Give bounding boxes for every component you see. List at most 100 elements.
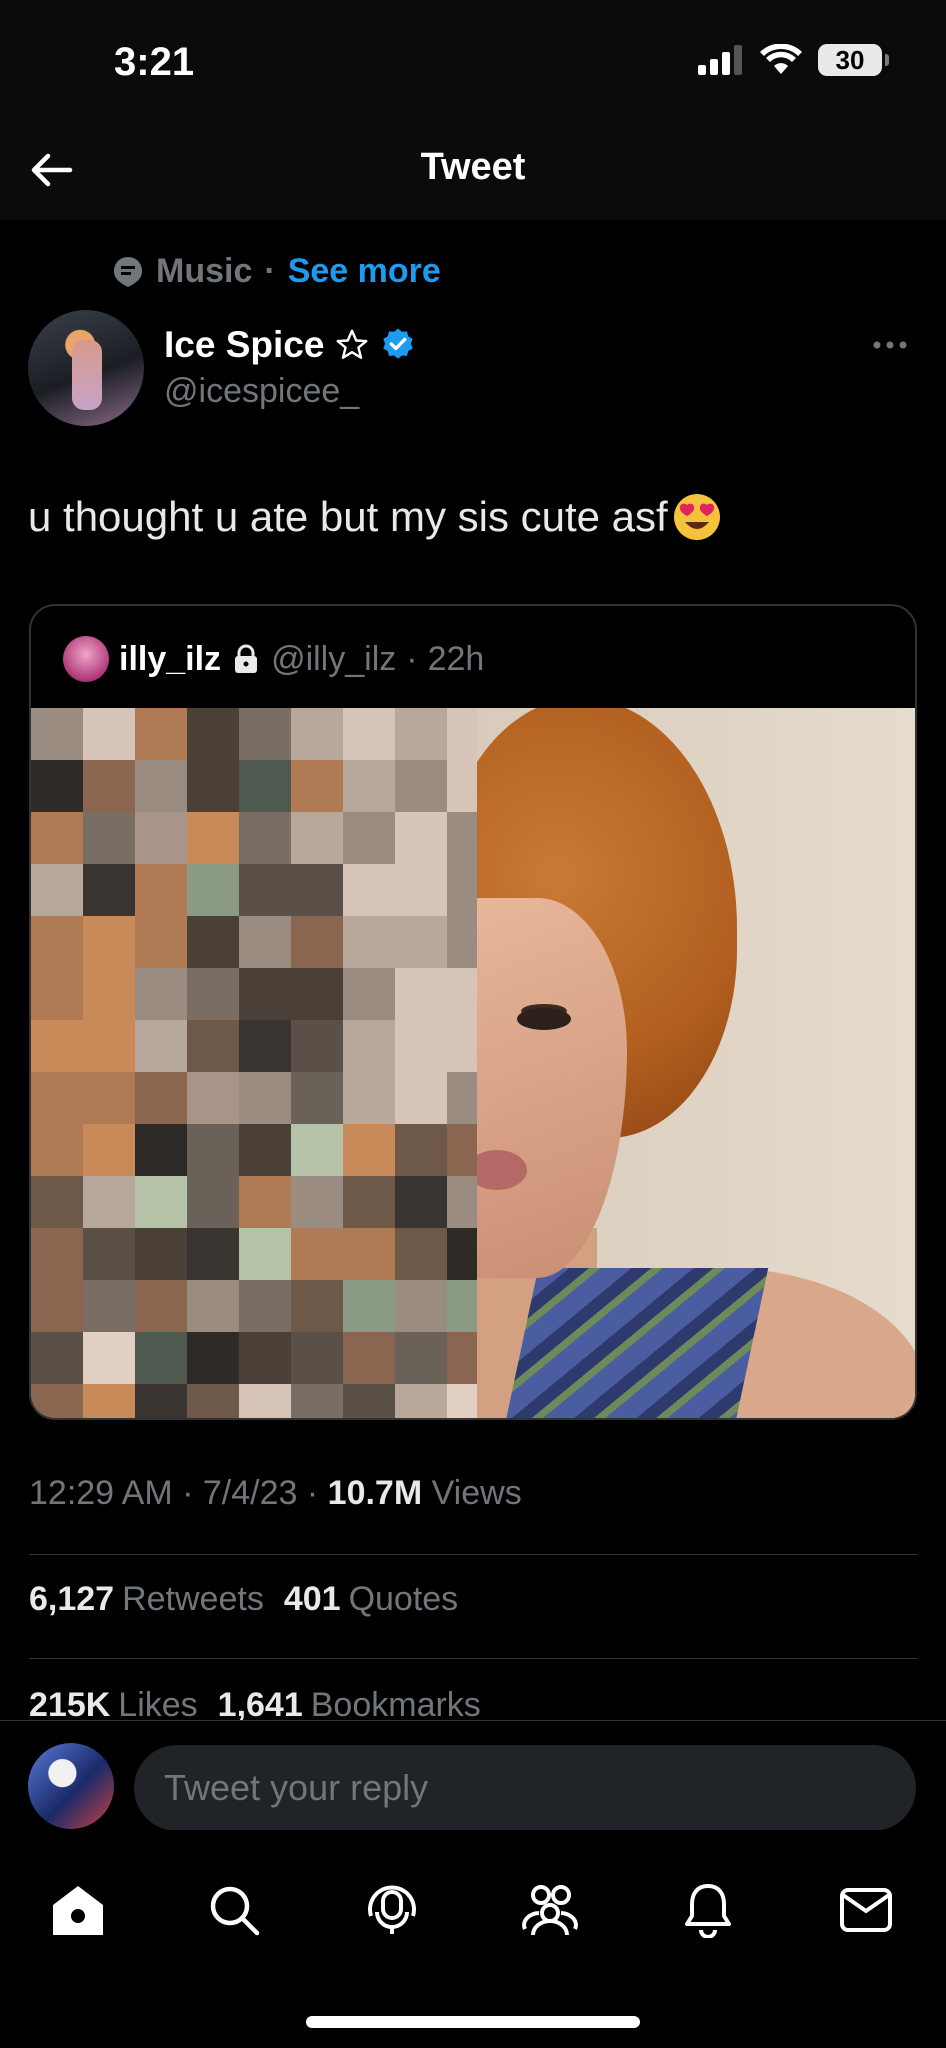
- author-avatar[interactable]: [28, 310, 144, 426]
- mosaic-cell: [395, 1332, 447, 1384]
- mosaic-cell: [239, 1176, 291, 1228]
- mosaic-cell: [83, 1176, 135, 1228]
- notifications-icon: [685, 1884, 731, 1938]
- mosaic-cell: [395, 1124, 447, 1176]
- divider: [29, 1554, 917, 1555]
- mosaic-cell: [447, 1124, 477, 1176]
- topic-line: Music · See more: [112, 252, 441, 291]
- quoted-avatar: [63, 636, 109, 682]
- mosaic-cell: [395, 1280, 447, 1332]
- mosaic-cell: [187, 1072, 239, 1124]
- tab-bar: [0, 1830, 946, 2048]
- mosaic-cell: [343, 1020, 395, 1072]
- mosaic-cell: [187, 708, 239, 760]
- mosaic-cell: [31, 1384, 83, 1418]
- mosaic-cell: [343, 1332, 395, 1384]
- mosaic-cell: [447, 812, 477, 864]
- mosaic-cell: [83, 1124, 135, 1176]
- mosaic-cell: [83, 968, 135, 1020]
- reply-input[interactable]: [134, 1745, 916, 1831]
- author-name[interactable]: Ice Spice: [164, 324, 324, 366]
- stats-row-1: 6,127 Retweets 401 Quotes: [29, 1580, 458, 1619]
- mosaic-cell: [343, 916, 395, 968]
- mosaic-cell: [291, 812, 343, 864]
- author-name-row[interactable]: Ice Spice: [164, 324, 416, 366]
- quotes-stat[interactable]: 401 Quotes: [284, 1580, 458, 1619]
- mosaic-cell: [447, 1332, 477, 1384]
- mosaic-cell: [135, 1124, 187, 1176]
- messages-icon: [840, 1888, 892, 1932]
- mosaic-cell: [187, 864, 239, 916]
- mosaic-cell: [135, 1280, 187, 1332]
- mosaic-cell: [291, 760, 343, 812]
- mosaic-cell: [239, 1072, 291, 1124]
- mosaic-cell: [395, 916, 447, 968]
- mosaic-cell: [187, 916, 239, 968]
- mosaic-cell: [395, 708, 447, 760]
- mosaic-cell: [187, 1384, 239, 1418]
- quoted-media[interactable]: [31, 708, 915, 1418]
- retweets-stat[interactable]: 6,127 Retweets: [29, 1580, 264, 1619]
- tab-home[interactable]: [48, 1880, 108, 1940]
- mosaic-cell: [291, 1280, 343, 1332]
- quotes-count: 401: [283, 1580, 341, 1618]
- mosaic-cell: [31, 708, 83, 760]
- retweets-count: 6,127: [29, 1580, 115, 1618]
- quoted-separator: ·: [406, 639, 418, 678]
- tab-search[interactable]: [204, 1880, 264, 1940]
- mosaic-cell: [31, 1228, 83, 1280]
- user-avatar[interactable]: [28, 1743, 114, 1829]
- home-icon: [53, 1886, 103, 1935]
- see-more-link[interactable]: See more: [288, 252, 441, 291]
- mosaic-cell: [135, 760, 187, 812]
- tweet-time: 12:29 AM: [29, 1474, 173, 1512]
- topic-separator: ·: [264, 252, 276, 290]
- more-options-icon[interactable]: [870, 330, 910, 360]
- tab-notifications[interactable]: [678, 1880, 738, 1940]
- mosaic-cell: [395, 1228, 447, 1280]
- portrait-photo: [477, 708, 915, 1418]
- nav-bar: Tweet: [0, 120, 946, 220]
- status-time: 3:21: [114, 40, 195, 84]
- mosaic-cell: [447, 968, 477, 1020]
- mosaic-cell: [31, 916, 83, 968]
- author-handle[interactable]: @icespicee_: [164, 372, 359, 411]
- mosaic-cell: [31, 968, 83, 1020]
- quoted-tweet-card[interactable]: illy_ilz @illy_ilz · 22h: [29, 604, 917, 1420]
- mosaic-cell: [31, 1280, 83, 1332]
- star-icon: [336, 329, 368, 359]
- mosaic-cell: [31, 1176, 83, 1228]
- mosaic-cell: [187, 812, 239, 864]
- mosaic-cell: [447, 708, 477, 760]
- mosaic-cell: [83, 1384, 135, 1418]
- quotes-label: Quotes: [348, 1580, 459, 1618]
- mosaic-cell: [343, 864, 395, 916]
- mosaic-cell: [291, 968, 343, 1020]
- tab-communities[interactable]: [520, 1880, 580, 1940]
- bookmarks-label: Bookmarks: [310, 1686, 481, 1724]
- search-icon: [210, 1886, 260, 1936]
- mosaic-cell: [343, 760, 395, 812]
- mosaic-cell: [395, 968, 447, 1020]
- meta-separator: ·: [306, 1474, 319, 1512]
- mosaic-cell: [291, 1072, 343, 1124]
- mosaic-cell: [83, 1020, 135, 1072]
- mosaic-cell: [31, 864, 83, 916]
- home-indicator: [306, 2016, 640, 2028]
- tab-spaces[interactable]: [362, 1880, 422, 1940]
- mosaic-cell: [135, 864, 187, 916]
- mosaic-cell: [239, 812, 291, 864]
- mosaic-cell: [343, 708, 395, 760]
- tab-messages[interactable]: [836, 1880, 896, 1940]
- mosaic-cell: [343, 1124, 395, 1176]
- mosaic-cell: [239, 1020, 291, 1072]
- reply-bar: [0, 1720, 946, 1831]
- mosaic-cell: [447, 1176, 477, 1228]
- mosaic-cell: [135, 1020, 187, 1072]
- mosaic-cell: [239, 1228, 291, 1280]
- mosaic-cell: [187, 1124, 239, 1176]
- mosaic-cell: [447, 1072, 477, 1124]
- mosaic-cell: [135, 1332, 187, 1384]
- mosaic-cell: [343, 1072, 395, 1124]
- mosaic-cell: [343, 1176, 395, 1228]
